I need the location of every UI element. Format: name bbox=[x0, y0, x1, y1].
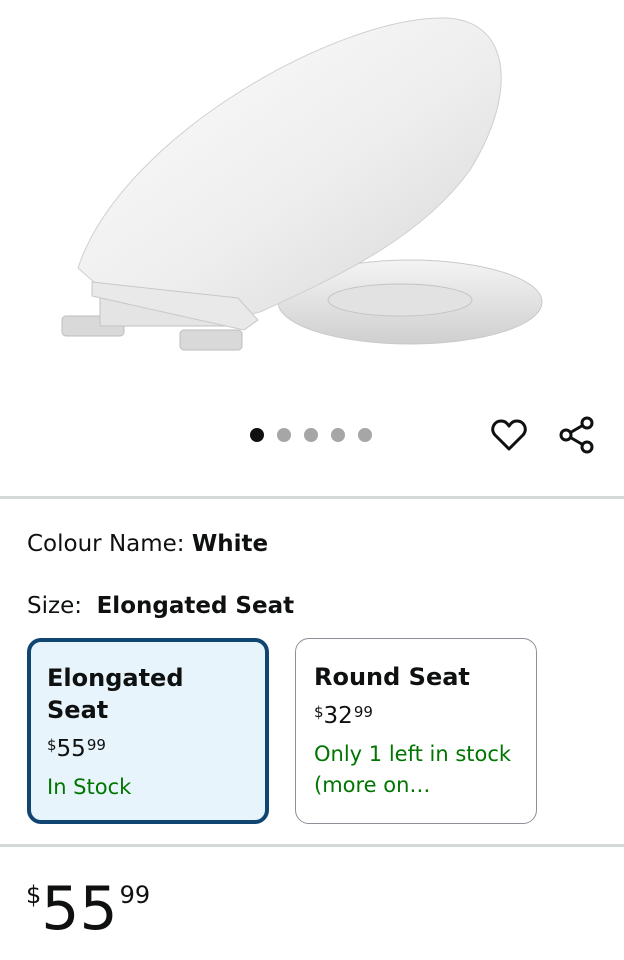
price-whole: 55 bbox=[56, 736, 86, 762]
product-image-gallery[interactable] bbox=[0, 0, 624, 400]
size-option-price: $ 55 99 bbox=[47, 734, 249, 764]
carousel-dot[interactable] bbox=[331, 428, 345, 442]
price-fraction: 99 bbox=[119, 881, 151, 909]
carousel-dot[interactable] bbox=[304, 428, 318, 442]
heart-icon[interactable] bbox=[488, 414, 530, 456]
size-value: Elongated Seat bbox=[96, 593, 295, 619]
share-icon[interactable] bbox=[556, 414, 598, 456]
product-price: $ 55 99 bbox=[26, 874, 150, 944]
size-row: Size: Elongated Seat bbox=[27, 590, 294, 622]
price-fraction: 99 bbox=[353, 703, 373, 721]
stock-status: In Stock bbox=[47, 775, 132, 799]
price-whole: 55 bbox=[41, 874, 118, 944]
price-fraction: 99 bbox=[86, 736, 106, 754]
currency-symbol: $ bbox=[26, 881, 42, 909]
colour-value: White bbox=[191, 531, 269, 557]
currency-symbol: $ bbox=[314, 703, 324, 721]
size-option-price: $ 32 99 bbox=[314, 701, 518, 731]
section-divider bbox=[0, 496, 624, 499]
carousel-dot[interactable] bbox=[358, 428, 372, 442]
carousel-dot[interactable] bbox=[250, 428, 264, 442]
toilet-seat-image bbox=[61, 17, 543, 351]
currency-symbol: $ bbox=[47, 736, 57, 754]
colour-label: Colour Name: bbox=[27, 531, 185, 557]
colour-row: Colour Name: White bbox=[27, 528, 268, 560]
size-option-title: Elongated Seat bbox=[47, 664, 184, 724]
carousel-dot[interactable] bbox=[277, 428, 291, 442]
size-option-elongated-seat[interactable]: Elongated Seat $ 55 99 In Stock bbox=[27, 638, 269, 824]
section-divider bbox=[0, 844, 624, 847]
size-option-title: Round Seat bbox=[314, 663, 470, 691]
carousel-indicator[interactable] bbox=[250, 428, 372, 442]
size-option-round-seat[interactable]: Round Seat $ 32 99 Only 1 left in stock … bbox=[295, 638, 537, 824]
size-label: Size: bbox=[27, 593, 82, 619]
price-whole: 32 bbox=[323, 703, 353, 729]
stock-status: Only 1 left in stock (more on… bbox=[314, 742, 512, 797]
